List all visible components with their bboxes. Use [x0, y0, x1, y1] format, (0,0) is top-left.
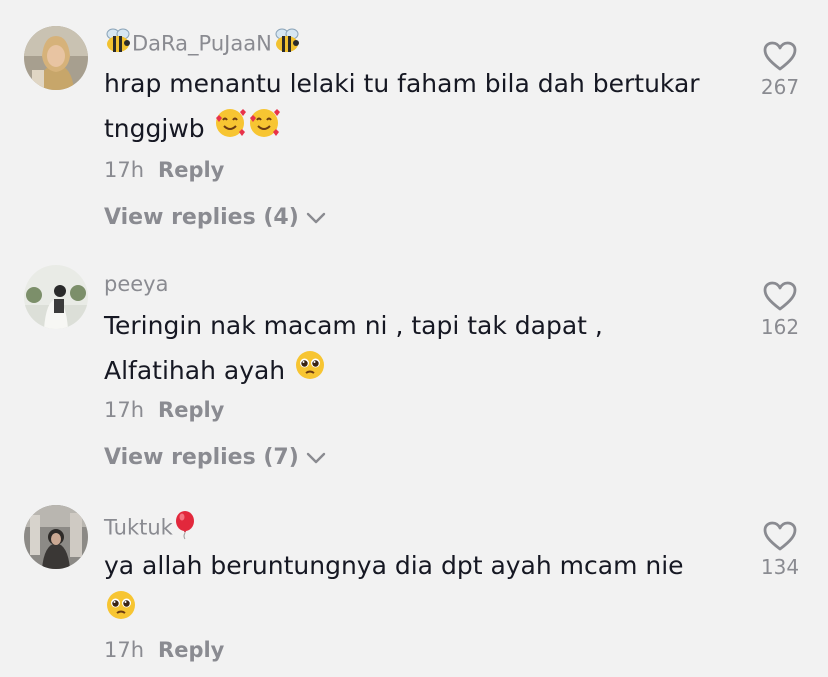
- view-replies-label: View replies (7): [104, 445, 299, 470]
- comment-text: ya allah beruntungnya dia dpt ayah mcam …: [104, 544, 744, 636]
- comment-text-line2: tnggjwb: [104, 114, 205, 143]
- bee-icon: [104, 28, 132, 61]
- comment-text: hrap menantu lelaki tu faham bila dah be…: [104, 62, 744, 154]
- comment-text: Teringin nak macam ni , tapi tak dapat ,…: [104, 304, 744, 396]
- like-count: 162: [760, 315, 800, 339]
- comment-time: 17h: [104, 158, 145, 182]
- avatar[interactable]: [24, 265, 88, 329]
- username-text: DaRa_PuJaaN: [132, 31, 272, 56]
- like-button[interactable]: 162: [752, 280, 808, 340]
- balloon-icon: [173, 510, 197, 547]
- comment-text-line: [104, 588, 744, 636]
- heart-icon: [763, 521, 797, 551]
- comment-text-line: tnggjwb: [104, 106, 744, 154]
- comment-time: 17h: [104, 638, 145, 662]
- smiling-face-with-hearts-emoji: [247, 106, 281, 154]
- chevron-down-icon: [306, 452, 325, 464]
- view-replies-label: View replies (4): [104, 205, 299, 230]
- like-button[interactable]: 267: [752, 40, 808, 100]
- like-button[interactable]: 134: [752, 520, 808, 580]
- comment-meta: 17h Reply: [104, 396, 224, 424]
- comment-meta: 17h Reply: [104, 156, 224, 184]
- reply-button[interactable]: Reply: [158, 158, 224, 182]
- smiling-face-with-hearts-emoji: [213, 106, 247, 154]
- username[interactable]: Tuktuk: [104, 510, 197, 547]
- heart-icon: [763, 281, 797, 311]
- chevron-down-icon: [306, 212, 325, 224]
- comment-text-line: hrap menantu lelaki tu faham bila dah be…: [104, 69, 700, 98]
- username[interactable]: peeya: [104, 270, 168, 298]
- reply-button[interactable]: Reply: [158, 398, 224, 422]
- comment-time: 17h: [104, 398, 145, 422]
- pleading-face-emoji: [104, 588, 138, 636]
- username[interactable]: DaRa_PuJaaN: [104, 28, 302, 61]
- like-count: 267: [760, 75, 800, 99]
- avatar[interactable]: [24, 505, 88, 569]
- username-text: Tuktuk: [104, 515, 173, 540]
- avatar[interactable]: [24, 26, 88, 90]
- comment-text-line2: Alfatihah ayah: [104, 356, 286, 385]
- heart-icon: [763, 41, 797, 71]
- comment-text-line: ya allah beruntungnya dia dpt ayah mcam …: [104, 551, 684, 580]
- comment-text-line: Teringin nak macam ni , tapi tak dapat ,: [104, 311, 603, 340]
- reply-button[interactable]: Reply: [158, 638, 224, 662]
- bee-icon: [272, 28, 302, 61]
- view-replies-button[interactable]: View replies (4): [104, 204, 327, 232]
- like-count: 134: [760, 555, 800, 579]
- view-replies-button[interactable]: View replies (7): [104, 444, 327, 472]
- comment-meta: 17h Reply: [104, 636, 224, 664]
- pleading-face-emoji: [293, 348, 327, 396]
- comment-text-line: Alfatihah ayah: [104, 348, 744, 396]
